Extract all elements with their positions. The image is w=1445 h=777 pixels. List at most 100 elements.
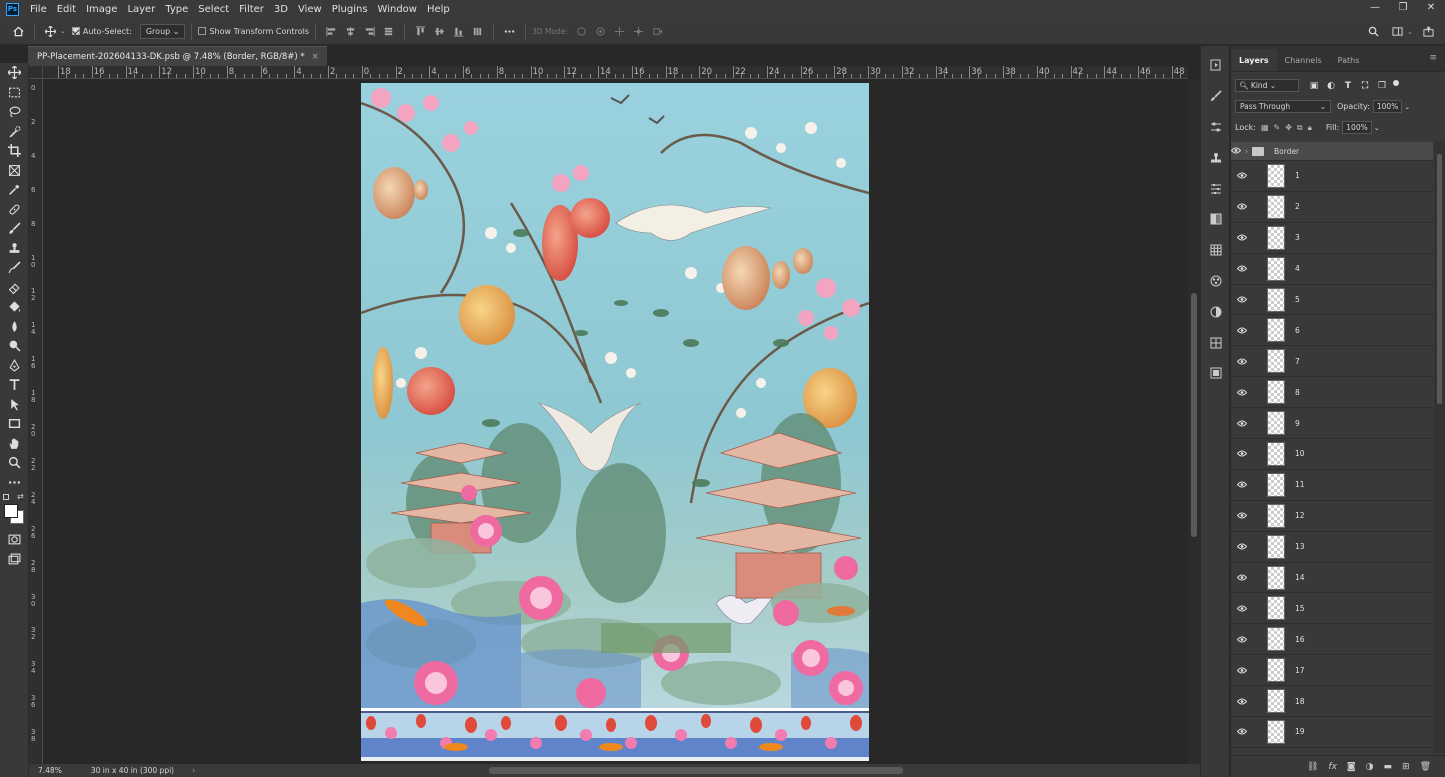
lock-image-icon[interactable]: ✎ — [1274, 123, 1281, 132]
layer-name[interactable]: 14 — [1295, 573, 1305, 582]
menu-3d[interactable]: 3D — [269, 4, 293, 15]
adjustments-panel-icon[interactable] — [1201, 173, 1231, 204]
paint-bucket-tool-icon[interactable] — [0, 297, 29, 317]
distribute-horizontal-icon[interactable] — [380, 23, 397, 40]
history-panel-icon[interactable] — [1201, 50, 1231, 81]
layer-row[interactable]: 16 — [1231, 624, 1433, 656]
swap-colors-icon[interactable]: ⇄ — [17, 492, 24, 501]
canvas-vertical-scroll-thumb[interactable] — [1191, 293, 1197, 537]
clone-stamp-tool-icon[interactable] — [0, 239, 29, 259]
healing-brush-tool-icon[interactable] — [0, 200, 29, 220]
visibility-eye-icon[interactable] — [1231, 512, 1253, 519]
layer-name[interactable]: 11 — [1295, 480, 1305, 489]
more-tools-icon[interactable] — [0, 473, 29, 493]
auto-select-checkbox[interactable] — [71, 27, 80, 35]
layers-scrollbar[interactable] — [1434, 142, 1445, 753]
document-artwork[interactable] — [361, 83, 869, 761]
more-options-icon[interactable] — [501, 23, 518, 40]
layer-row[interactable]: 14 — [1231, 562, 1433, 594]
menu-window[interactable]: Window — [373, 4, 422, 15]
layer-thumbnail[interactable] — [1267, 472, 1285, 497]
layer-name[interactable]: 10 — [1295, 449, 1305, 458]
layer-row[interactable]: 6 — [1231, 315, 1433, 347]
layer-thumbnail[interactable] — [1267, 627, 1285, 652]
lasso-tool-icon[interactable] — [0, 102, 29, 122]
layer-thumbnail[interactable] — [1267, 380, 1285, 405]
lock-position-icon[interactable]: ✥ — [1285, 123, 1292, 132]
lock-transparent-icon[interactable]: ▦ — [1261, 123, 1269, 132]
visibility-eye-icon[interactable] — [1231, 327, 1253, 334]
menu-help[interactable]: Help — [422, 4, 455, 15]
layer-thumbnail[interactable] — [1267, 163, 1285, 188]
visibility-eye-icon[interactable] — [1231, 450, 1253, 457]
layer-thumbnail[interactable] — [1267, 194, 1285, 219]
layer-thumbnail[interactable] — [1267, 441, 1285, 466]
blend-mode-dropdown[interactable]: Pass Through ⌄ — [1235, 100, 1331, 113]
layer-thumbnail[interactable] — [1267, 596, 1285, 621]
visibility-eye-icon[interactable] — [1231, 543, 1253, 550]
restore-button[interactable]: ❐ — [1389, 0, 1417, 18]
dodge-tool-icon[interactable] — [0, 336, 29, 356]
layer-row[interactable]: 19 — [1231, 717, 1433, 748]
layer-group-border[interactable]: › Border — [1231, 142, 1433, 161]
path-selection-tool-icon[interactable] — [0, 395, 29, 415]
visibility-eye-icon[interactable] — [1231, 203, 1253, 210]
chevron-down-icon[interactable]: ⌄ — [1407, 28, 1413, 36]
trash-icon[interactable]: 🗑︎ — [1420, 762, 1431, 772]
rectangle-tool-icon[interactable] — [0, 414, 29, 434]
visibility-eye-icon[interactable] — [1231, 389, 1253, 396]
menu-layer[interactable]: Layer — [122, 4, 160, 15]
menu-edit[interactable]: Edit — [52, 4, 81, 15]
tab-channels[interactable]: Channels — [1277, 49, 1330, 71]
layer-name[interactable]: 15 — [1295, 604, 1305, 613]
menu-type[interactable]: Type — [160, 4, 193, 15]
new-adjustment-icon[interactable]: ◑ — [1366, 762, 1374, 772]
layer-thumbnail[interactable] — [1267, 256, 1285, 281]
quick-mask-icon[interactable] — [0, 530, 29, 550]
group-expand-chevron-icon[interactable]: › — [1245, 147, 1248, 156]
gradients-panel-icon[interactable] — [1201, 204, 1231, 235]
close-window-button[interactable]: ✕ — [1417, 0, 1445, 18]
status-menu-arrow-icon[interactable]: › — [192, 766, 195, 775]
move-tool-icon[interactable] — [0, 63, 29, 83]
filter-shape-icon[interactable]: ⛶ — [1358, 79, 1372, 93]
screen-mode-icon[interactable] — [0, 550, 29, 570]
visibility-eye-icon[interactable] — [1231, 698, 1253, 705]
default-colors-icon[interactable] — [3, 494, 9, 500]
layer-name[interactable]: 13 — [1295, 542, 1305, 551]
layer-thumbnail[interactable] — [1267, 565, 1285, 590]
filter-type-icon[interactable]: T — [1341, 79, 1355, 93]
slide-3d-icon[interactable] — [630, 23, 647, 40]
menu-filter[interactable]: Filter — [234, 4, 269, 15]
type-tool-icon[interactable] — [0, 375, 29, 395]
new-group-icon[interactable]: ▬ — [1384, 762, 1393, 772]
home-icon[interactable] — [10, 23, 27, 40]
distribute-vertical-icon[interactable] — [469, 23, 486, 40]
menu-file[interactable]: File — [25, 4, 52, 15]
zoom-tool-icon[interactable] — [0, 453, 29, 473]
new-layer-icon[interactable]: ⊞ — [1402, 762, 1410, 772]
layer-row[interactable]: 17 — [1231, 655, 1433, 687]
align-bottom-icon[interactable] — [450, 23, 467, 40]
quick-selection-tool-icon[interactable] — [0, 122, 29, 142]
menu-select[interactable]: Select — [193, 4, 234, 15]
visibility-eye-icon[interactable] — [1231, 147, 1242, 156]
layer-name[interactable]: 19 — [1295, 727, 1305, 736]
visibility-eye-icon[interactable] — [1231, 420, 1253, 427]
roll-3d-icon[interactable] — [592, 23, 609, 40]
layers-scroll-thumb[interactable] — [1437, 154, 1442, 404]
visibility-eye-icon[interactable] — [1231, 358, 1253, 365]
visibility-eye-icon[interactable] — [1231, 605, 1253, 612]
pen-tool-icon[interactable] — [0, 356, 29, 376]
canvas-horizontal-scroll-thumb[interactable] — [489, 767, 903, 774]
layer-thumbnail[interactable] — [1267, 503, 1285, 528]
layer-name[interactable]: 18 — [1295, 697, 1305, 706]
layer-row[interactable]: 9 — [1231, 408, 1433, 440]
brushes-panel-icon[interactable] — [1201, 81, 1231, 112]
layer-row[interactable]: 7 — [1231, 346, 1433, 378]
clone-source-panel-icon[interactable] — [1201, 142, 1231, 173]
frame-tool-icon[interactable] — [0, 161, 29, 181]
menu-image[interactable]: Image — [81, 4, 122, 15]
layer-name[interactable]: 7 — [1295, 357, 1300, 366]
lock-all-icon[interactable]: 🔒︎ — [1308, 123, 1312, 133]
